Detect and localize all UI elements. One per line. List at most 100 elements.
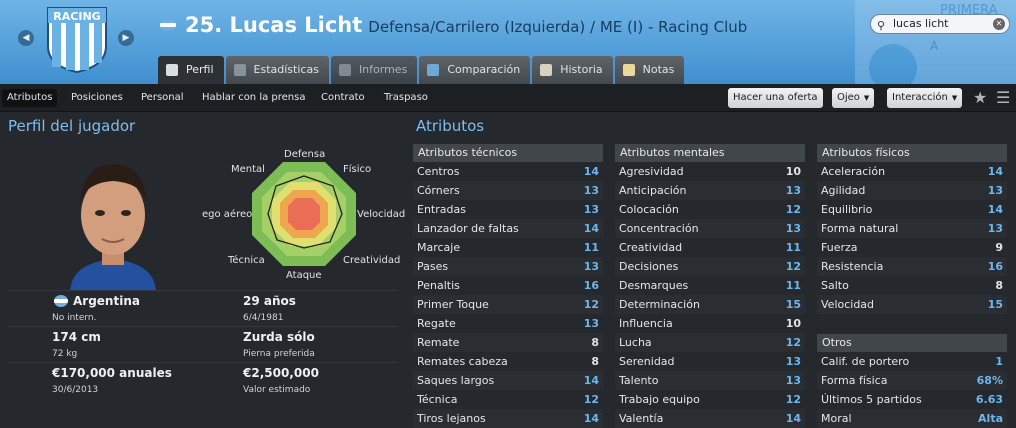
player-nation[interactable]: Argentina xyxy=(73,294,140,308)
attribute-row[interactable]: Moral Alta xyxy=(817,409,1007,428)
attribute-row[interactable]: Serenidad 13 xyxy=(615,352,805,371)
attribute-name: Aceleración xyxy=(821,165,886,178)
attribute-name: Penaltis xyxy=(417,279,460,292)
attribute-name: Influencia xyxy=(619,317,673,330)
tab-estadisticas[interactable]: Estadísticas xyxy=(225,56,329,84)
subnav-contrato[interactable]: Contrato xyxy=(316,89,370,107)
attribute-name: Forma natural xyxy=(821,222,899,235)
subnav-prensa[interactable]: Hablar con la prensa xyxy=(197,89,310,107)
interaction-dropdown-button[interactable]: Interacción ▼ xyxy=(887,88,963,108)
attribute-row[interactable]: Saques largos 14 xyxy=(413,371,603,390)
attribute-row[interactable]: Lanzador de faltas 14 xyxy=(413,219,603,238)
attribute-row[interactable]: Trabajo equipo 12 xyxy=(615,390,805,409)
make-offer-button[interactable]: Hacer una oferta xyxy=(728,88,823,108)
player-foot-label: Pierna preferida xyxy=(243,349,315,359)
attribute-name: Colocación xyxy=(619,203,679,216)
attribute-row[interactable]: Lucha 12 xyxy=(615,333,805,352)
attribute-row[interactable]: Equilibrio 14 xyxy=(817,200,1007,219)
attribute-row[interactable]: Fuerza 9 xyxy=(817,238,1007,257)
other-attributes-header: Otros xyxy=(817,334,1007,352)
attribute-value: 12 xyxy=(583,298,599,311)
attribute-row[interactable]: Salto 8 xyxy=(817,276,1007,295)
subnav-personal[interactable]: Personal xyxy=(136,89,189,107)
attribute-row[interactable]: Remate 8 xyxy=(413,333,603,352)
attribute-value: 12 xyxy=(785,260,801,273)
attribute-name: Centros xyxy=(417,165,460,178)
attribute-row[interactable]: Creatividad 11 xyxy=(615,238,805,257)
player-value-label: Valor estimado xyxy=(243,385,311,395)
tab-informes[interactable]: Informes xyxy=(330,56,418,84)
attribute-name: Decisiones xyxy=(619,260,679,273)
attribute-row[interactable]: Resistencia 16 xyxy=(817,257,1007,276)
tab-label: Comparación xyxy=(447,63,521,76)
scout-dropdown-button[interactable]: Ojeo ▼ xyxy=(832,88,875,108)
league-logo-letter: A xyxy=(930,39,939,53)
attribute-value: 14 xyxy=(583,374,599,387)
attribute-row[interactable]: Regate 13 xyxy=(413,314,603,333)
attribute-row[interactable]: Remates cabeza 8 xyxy=(413,352,603,371)
attribute-row[interactable]: Decisiones 12 xyxy=(615,257,805,276)
attribute-row[interactable]: Forma física 68% xyxy=(817,371,1007,390)
attribute-row[interactable]: Anticipación 13 xyxy=(615,181,805,200)
attribute-row[interactable]: Forma natural 13 xyxy=(817,219,1007,238)
tab-notas[interactable]: Notas xyxy=(614,56,685,84)
subnav-traspaso[interactable]: Traspaso xyxy=(379,89,433,107)
player-position-club[interactable]: Defensa/Carrilero (Izquierda) / ME (I) -… xyxy=(368,18,747,36)
chevron-down-icon: ▼ xyxy=(863,94,870,102)
tab-comparacion[interactable]: Comparación xyxy=(419,56,531,84)
player-foot: Zurda sólo xyxy=(243,330,315,344)
attribute-row[interactable]: Agresividad 10 xyxy=(615,162,805,181)
subnav-posiciones[interactable]: Posiciones xyxy=(66,89,128,107)
tab-label: Perfil xyxy=(186,63,214,76)
list-menu-icon[interactable]: ☰ xyxy=(996,88,1010,107)
attribute-name: Desmarques xyxy=(619,279,689,292)
attribute-row[interactable]: Determinación 15 xyxy=(615,295,805,314)
clear-search-icon[interactable]: ✕ xyxy=(993,18,1005,30)
attribute-row[interactable]: Concentración 13 xyxy=(615,219,805,238)
attribute-row[interactable]: Córners 13 xyxy=(413,181,603,200)
attribute-row[interactable]: Centros 14 xyxy=(413,162,603,181)
attribute-row[interactable]: Técnica 12 xyxy=(413,390,603,409)
attribute-value: 8 xyxy=(591,336,599,349)
tab-perfil[interactable]: Perfil xyxy=(158,56,224,84)
attribute-value: 68% xyxy=(976,374,1003,387)
player-value: €2,500,000 xyxy=(243,366,319,380)
attribute-row[interactable]: Velocidad 15 xyxy=(817,295,1007,314)
radar-label-fisico: Físico xyxy=(343,164,372,175)
attribute-value: 13 xyxy=(583,260,599,273)
physical-attributes-table: Atributos físicos Aceleración 14 Agilidad 1… xyxy=(817,144,1007,314)
player-caps: No intern. xyxy=(52,313,97,323)
search-value: lucas licht xyxy=(893,17,949,30)
forward-arrow-icon[interactable]: ▶ xyxy=(118,30,134,46)
attribute-row[interactable]: Colocación 12 xyxy=(615,200,805,219)
attribute-row[interactable]: Agilidad 13 xyxy=(817,181,1007,200)
star-icon[interactable]: ★ xyxy=(973,88,987,107)
attribute-row[interactable]: Últimos 5 partidos 6.63 xyxy=(817,390,1007,409)
tab-label: Notas xyxy=(642,63,675,76)
attribute-name: Agilidad xyxy=(821,184,866,197)
back-arrow-icon[interactable]: ◀ xyxy=(18,30,34,46)
attribute-row[interactable]: Tiros lejanos 14 xyxy=(413,409,603,428)
attribute-row[interactable]: Desmarques 11 xyxy=(615,276,805,295)
attribute-row[interactable]: Talento 13 xyxy=(615,371,805,390)
subnav-atributos[interactable]: Atributos xyxy=(2,89,58,107)
attribute-row[interactable]: Entradas 13 xyxy=(413,200,603,219)
tab-bar: Perfil Estadísticas Informes Comparación… xyxy=(158,56,686,84)
attribute-row[interactable]: Aceleración 14 xyxy=(817,162,1007,181)
attribute-row[interactable]: Valentía 14 xyxy=(615,409,805,428)
player-contract-end: 30/6/2013 xyxy=(52,385,99,395)
attribute-row[interactable]: Calif. de portero 1 xyxy=(817,352,1007,371)
attribute-name: Marcaje xyxy=(417,241,461,254)
attribute-name: Concentración xyxy=(619,222,699,235)
attribute-name: Resistencia xyxy=(821,260,884,273)
attribute-value: 14 xyxy=(583,165,599,178)
attribute-row[interactable]: Influencia 10 xyxy=(615,314,805,333)
attribute-row[interactable]: Penaltis 16 xyxy=(413,276,603,295)
attribute-row[interactable]: Primer Toque 12 xyxy=(413,295,603,314)
attribute-value: 16 xyxy=(583,279,599,292)
search-input[interactable]: ⚲ lucas licht ✕ xyxy=(870,14,1010,34)
attribute-row[interactable]: Pases 13 xyxy=(413,257,603,276)
tab-historia[interactable]: Historia xyxy=(532,56,613,84)
attribute-row[interactable]: Marcaje 11 xyxy=(413,238,603,257)
attribute-value: 16 xyxy=(987,260,1003,273)
